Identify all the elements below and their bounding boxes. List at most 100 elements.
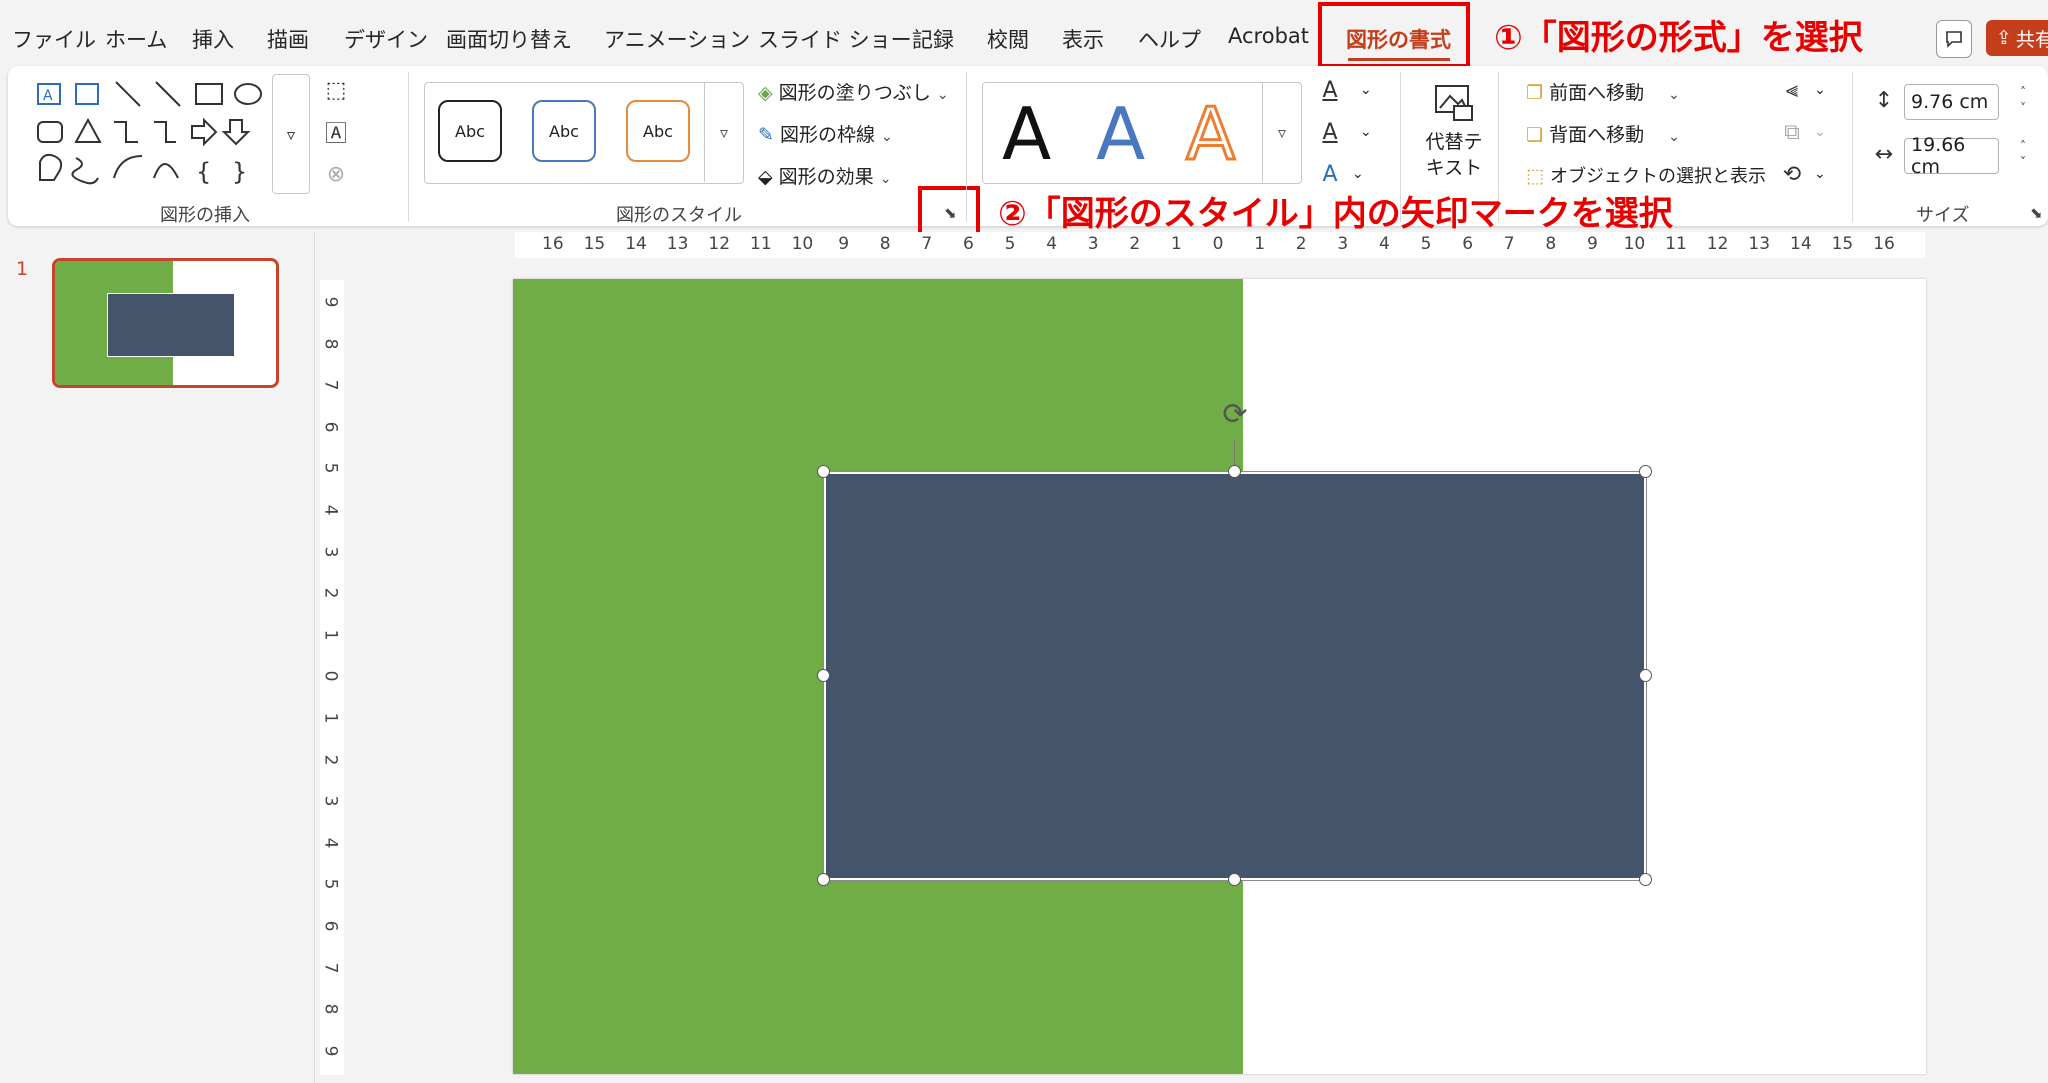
group-label-size: サイズ [1916,205,1970,226]
resize-handle-bottom-left[interactable] [817,873,830,886]
ruler-tick-label: 9 [320,296,341,308]
send-backward-button[interactable]: ❏ 背面へ移動 ⌄ [1526,120,1680,147]
shape-style-preset-2[interactable]: Abc [532,100,596,162]
highlight-box-tab [1318,2,1470,68]
edit-shape-icon[interactable]: ⬚ [322,76,350,104]
wordart-more-button[interactable]: ▿ [1262,82,1301,182]
horizontal-ruler-numbers: 16 15 14 13 12 11 10 9 8 7 6 5 4 3 2 1 0 1 2 3 4 5 6 7 8 9 10 11 12 1… [0,234,2048,258]
wordart-preset-2[interactable]: A [1096,98,1145,170]
shape-style-more-button[interactable]: ▿ [704,82,743,182]
rotate-icon[interactable]: ⟲ [1778,160,1806,188]
resize-handle-bottom[interactable] [1228,873,1241,886]
bring-forward-button[interactable]: ❐ 前面へ移動 ⌄ [1526,78,1680,105]
resize-handle-top-right[interactable] [1639,465,1652,478]
left-brace-shape-icon: { [196,158,211,186]
ruler-tick-label: 6 [1462,234,1474,254]
ruler-tick-label: 4 [320,837,341,849]
shape-width-input[interactable]: 19.66 cm [1904,134,1999,178]
ruler-tick-label: 1 [1171,234,1182,254]
tab-help[interactable]: ヘルプ [1138,24,1201,54]
ruler-tick-label: 8 [1545,234,1557,254]
svg-text:A: A [43,88,53,104]
merge-shapes-icon: ⊗ [326,161,346,187]
ruler-tick-label: 1 [1254,234,1266,254]
rectangle-shape-icon [195,83,223,105]
share-button[interactable]: ⇪ 共有 [1986,20,2048,56]
ruler-tick-label: 3 [1337,234,1349,254]
selection-pane-button[interactable]: ⬚ オブジェクトの選択と表示 [1526,162,1766,188]
tab-slideshow[interactable]: スライド ショー [758,24,912,54]
alt-text-button[interactable]: 代替テキスト [1424,80,1484,188]
shape-height-icon: ↕ [1874,87,1894,113]
dialog-launcher-size[interactable]: ⬊ [2030,204,2043,222]
right-brace-shape-icon: } [232,158,247,186]
tab-review[interactable]: 校閲 [987,24,1029,54]
text-fill-icon[interactable]: A [1316,76,1344,104]
selection-pane-label: オブジェクトの選択と表示 [1550,166,1766,187]
shape-style-preset-1[interactable]: Abc [438,100,502,162]
ribbon-separator [1852,72,1853,222]
ruler-tick-label: 11 [1665,234,1687,254]
ruler-tick-label: 1 [320,629,341,641]
shape-height-input[interactable]: 9.76 cm [1904,84,1999,120]
tab-record[interactable]: 記録 [912,24,954,54]
vertical-ruler-numbers: 9 8 7 6 5 4 3 2 1 0 1 2 3 4 5 6 7 8 9 [320,280,344,1075]
ruler-tick-label: 2 [320,587,341,599]
annotation-step2: ②「図形のスタイル」内の矢印マークを選択 [998,194,1673,234]
tab-view[interactable]: 表示 [1062,24,1104,54]
comments-button[interactable] [1936,20,1972,58]
shape-style-preset-3[interactable]: Abc [626,100,690,162]
tab-acrobat[interactable]: Acrobat [1228,24,1309,48]
resize-handle-top-left[interactable] [817,465,830,478]
tab-insert[interactable]: 挿入 [192,24,234,54]
resize-handle-right[interactable] [1639,669,1652,682]
ruler-tick-label: 2 [1295,234,1307,254]
wordart-preset-1[interactable]: A [1002,98,1051,170]
tab-design[interactable]: デザイン [344,24,428,54]
slide-thumbnail[interactable] [52,258,279,388]
align-icon[interactable]: ⫷ [1778,76,1806,104]
ruler-tick-label: 9 [838,234,850,254]
shape-outline-button[interactable]: ✎ 図形の枠線 ⌄ [758,120,893,147]
share-label: 共有 [2015,28,2048,51]
resize-handle-top[interactable] [1228,465,1241,478]
text-effects-icon[interactable]: A [1316,160,1344,188]
tab-animations[interactable]: アニメーション [604,24,750,54]
ruler-tick-label: 11 [750,234,772,254]
ruler-tick-label: 15 [583,234,606,254]
textbox-icon[interactable]: 🄰 [322,118,350,147]
ruler-tick-label: 5 [320,462,341,474]
shape-effects-button[interactable]: ⬙ 図形の効果 ⌄ [758,162,891,189]
bring-forward-label: 前面へ移動 [1549,82,1645,104]
ruler-tick-label: 9 [1587,234,1598,254]
shape-gallery-more-button[interactable]: ▿ [272,74,310,194]
tab-file[interactable]: ファイル [12,24,96,54]
ruler-tick-label: 14 [625,234,647,254]
wordart-preset-3[interactable]: A [1184,97,1236,172]
ruler-tick-label: 12 [1706,234,1729,254]
thumbnail-shape [107,293,235,357]
ruler-tick-label: 3 [1087,234,1099,254]
shape-outline-label: 図形の枠線 [779,124,875,146]
height-spinner[interactable]: ˄ ˅ [2008,84,2038,120]
share-icon: ⇪ [1996,27,2012,49]
selection-pane-icon: ⬚ [1526,165,1544,187]
selected-rectangle-shape[interactable] [823,471,1647,881]
ruler-tick-label: 14 [1790,234,1812,254]
shape-fill-button[interactable]: ◈ 図形の塗りつぶし ⌄ [758,78,949,105]
resize-handle-left[interactable] [817,669,830,682]
chevron-down-icon: ⌄ [1814,166,1826,182]
shape-effects-label: 図形の効果 [778,166,874,188]
ruler-tick-label: 4 [1046,234,1058,254]
right-arrow-shape-icon [191,117,218,147]
bring-forward-icon: ❐ [1526,82,1544,104]
width-spinner[interactable]: ˄ ˅ [2008,138,2038,174]
tab-home[interactable]: ホーム [105,24,167,54]
text-outline-icon[interactable]: A [1316,118,1344,146]
group-icon: ⧉ [1784,119,1800,145]
tab-transitions[interactable]: 画面切り替え [446,24,572,54]
thumbnail-pane-divider[interactable] [314,232,315,1083]
resize-handle-bottom-right[interactable] [1639,873,1652,886]
rotate-handle-icon[interactable]: ⟳ [1218,398,1252,432]
tab-draw[interactable]: 描画 [267,24,309,54]
